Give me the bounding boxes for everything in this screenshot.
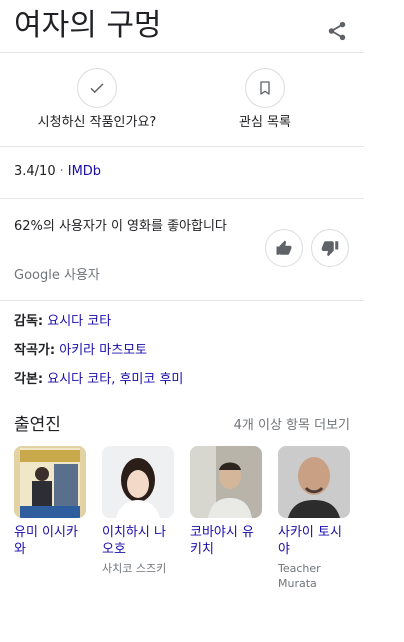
divider <box>0 146 364 147</box>
credit-composer: 작곡가: 아키라 마츠모토 <box>14 342 147 360</box>
rating-score: 3.4/10 <box>14 164 56 179</box>
cast-name: 이치하시 나오호 <box>102 525 166 557</box>
divider <box>0 198 364 199</box>
director-link[interactable]: 요시다 코타 <box>47 314 111 329</box>
cast-card[interactable]: 코바야시 유키치 <box>190 446 264 558</box>
credit-writer: 각본: 요시다 코타, 후미코 후미 <box>14 371 183 389</box>
credit-key: 각본: <box>14 372 44 387</box>
rating-row: 3.4/10 · IMDb <box>14 163 101 181</box>
imdb-link[interactable]: IMDb <box>68 164 101 179</box>
cast-name: 사카이 토시야 <box>278 525 342 557</box>
watched-label: 시청하신 작품인가요? <box>37 115 157 130</box>
watchlist-label: 관심 목록 <box>239 115 291 130</box>
divider <box>0 300 364 301</box>
thumbs-up-button[interactable] <box>265 229 303 267</box>
credit-key: 작곡가: <box>14 343 56 358</box>
bookmark-icon <box>245 68 285 108</box>
checkmark-icon <box>77 68 117 108</box>
credit-key: 감독: <box>14 314 44 329</box>
cast-name: 코바야시 유키치 <box>190 525 254 557</box>
cast-role: 사치코 스즈키 <box>102 562 167 575</box>
credit-director: 감독: 요시다 코타 <box>14 313 111 331</box>
knowledge-panel: 여자의 구멍 시청하신 작품인가요? 관심 목록 3.4/10 · IMDb 62%… <box>0 0 364 642</box>
thumbs-down-icon <box>321 241 339 257</box>
cast-photo <box>102 446 174 518</box>
composer-link[interactable]: 아키라 마츠모토 <box>59 343 147 358</box>
divider <box>0 52 364 53</box>
cast-card[interactable]: 이치하시 나오호 사치코 스즈키 <box>102 446 176 576</box>
share-icon[interactable] <box>326 20 348 42</box>
writer-link[interactable]: 요시다 코타, 후미코 후미 <box>47 372 183 387</box>
thumbs-up-icon <box>276 240 292 255</box>
watchlist-button[interactable]: 관심 목록 <box>180 68 350 136</box>
cast-heading: 출연진 <box>14 415 61 435</box>
watched-button[interactable]: 시청하신 작품인가요? <box>12 68 182 136</box>
page-title: 여자의 구멍 <box>14 8 162 43</box>
cast-photo <box>14 446 86 518</box>
cast-photo <box>190 446 262 518</box>
cast-card[interactable]: 사카이 토시야 Teacher Murata <box>278 446 352 591</box>
audience-like-text: 62%의 사용자가 이 영화를 좋아합니다 <box>14 219 227 234</box>
cast-photo <box>278 446 350 518</box>
title-row: 여자의 구멍 <box>14 8 354 50</box>
cast-name: 유미 이시카와 <box>14 525 78 557</box>
cast-card[interactable]: 유미 이시카와 <box>14 446 88 558</box>
thumbs-down-button[interactable] <box>311 229 349 267</box>
cast-role: Teacher Murata <box>278 562 321 590</box>
audience-source: Google 사용자 <box>14 268 100 283</box>
cast-more-link[interactable]: 4개 이상 항목 더보기 <box>234 417 350 435</box>
rating-separator: · <box>59 164 64 179</box>
